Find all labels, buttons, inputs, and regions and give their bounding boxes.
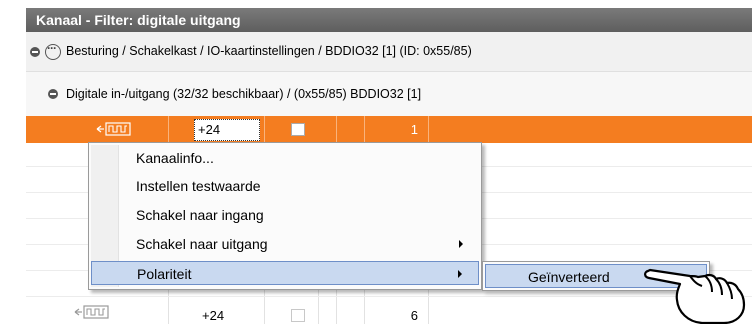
- channel-checkbox[interactable]: [291, 123, 305, 136]
- value-field[interactable]: +24: [194, 119, 260, 141]
- pointing-hand-cursor-icon: [644, 268, 746, 324]
- more-options-icon[interactable]: [45, 41, 61, 60]
- channel-number: 6: [410, 308, 418, 323]
- menu-item-schakel-naar-ingang[interactable]: Schakel naar ingang: [91, 203, 479, 227]
- collapse-icon[interactable]: [48, 89, 58, 99]
- window-title: Kanaal - Filter: digitale uitgang: [26, 8, 752, 32]
- context-menu: Kanaalinfo... Instellen testwaarde Schak…: [88, 142, 482, 290]
- breadcrumb-row: Besturing / Schakelkast / IO-kaartinstel…: [26, 32, 752, 72]
- collapse-icon[interactable]: [30, 47, 40, 57]
- submenu-arrow-icon: [458, 270, 462, 278]
- breadcrumb[interactable]: Besturing / Schakelkast / IO-kaartinstel…: [66, 44, 472, 58]
- value-field[interactable]: +24: [202, 308, 224, 323]
- group-header: Digitale in-/uitgang (32/32 beschikbaar)…: [66, 87, 422, 101]
- menu-item-polariteit[interactable]: Polariteit: [91, 261, 479, 285]
- menu-item-schakel-naar-uitgang[interactable]: Schakel naar uitgang: [91, 232, 479, 256]
- channel-number: 1: [410, 122, 418, 137]
- table-row-selected[interactable]: +24 1: [26, 116, 752, 143]
- channel-checkbox[interactable]: [291, 309, 305, 322]
- group-header-row: Digitale in-/uitgang (32/32 beschikbaar)…: [26, 72, 752, 116]
- output-pulse-icon: [96, 122, 131, 136]
- output-pulse-icon: [74, 305, 109, 319]
- menu-item-instellen-testwaarde[interactable]: Instellen testwaarde: [91, 174, 479, 198]
- menu-item-kanaalinfo[interactable]: Kanaalinfo...: [91, 146, 479, 170]
- submenu-arrow-icon: [459, 240, 463, 248]
